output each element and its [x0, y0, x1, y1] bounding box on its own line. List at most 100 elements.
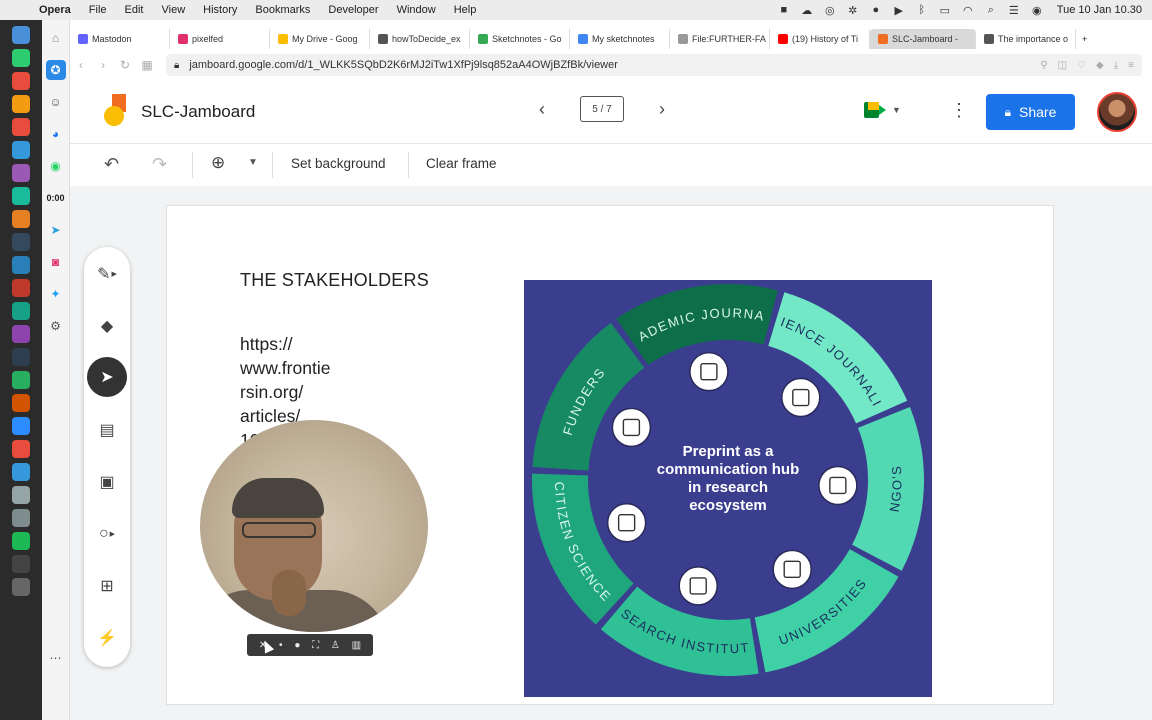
- zoom-icon[interactable]: ⚲: [1040, 60, 1047, 71]
- address-bar[interactable]: 🔒︎ jamboard.google.com/d/1_WLKK5SQbD2K6r…: [166, 54, 1142, 76]
- menu-edit[interactable]: Edit: [116, 4, 153, 16]
- dock-app-icon[interactable]: [12, 95, 30, 113]
- browser-tab[interactable]: File:FURTHER-FA: [670, 29, 770, 49]
- menu-history[interactable]: History: [194, 4, 246, 16]
- extension-icon[interactable]: ◆: [1096, 60, 1104, 71]
- dock-app-icon[interactable]: [12, 509, 30, 527]
- meet-present-button[interactable]: ▼: [864, 102, 901, 118]
- dock-app-icon[interactable]: [12, 555, 30, 573]
- sidebar-pinboard-icon[interactable]: ✪: [45, 60, 66, 80]
- sidebar-more-icon[interactable]: ⋯: [46, 648, 66, 668]
- sidebar-emoji-icon[interactable]: ☺: [46, 92, 66, 112]
- dock-app-icon[interactable]: [12, 210, 30, 228]
- browser-tab[interactable]: howToDecide_ex: [370, 29, 470, 49]
- reload-icon[interactable]: ↻: [114, 58, 136, 72]
- dock-app-icon[interactable]: [12, 463, 30, 481]
- status-play-icon[interactable]: ▶: [892, 4, 906, 17]
- redo-icon[interactable]: ↷: [152, 154, 167, 175]
- frame-counter[interactable]: 5 / 7: [580, 96, 624, 122]
- status-gear-icon[interactable]: ✲: [846, 4, 860, 17]
- status-app-icon[interactable]: ■: [777, 4, 791, 16]
- dock-app-icon[interactable]: [12, 256, 30, 274]
- dock-app-icon[interactable]: [12, 279, 30, 297]
- dock-app-icon[interactable]: [12, 141, 30, 159]
- sidebar-whatsapp-icon[interactable]: ◉: [46, 156, 66, 176]
- dock-app-icon[interactable]: [12, 164, 30, 182]
- dock-app-icon[interactable]: [12, 348, 30, 366]
- browser-tab[interactable]: My Drive - Goog: [270, 29, 370, 49]
- clear-frame-button[interactable]: Clear frame: [426, 156, 497, 171]
- browser-tab[interactable]: Sketchnotes - Go: [470, 29, 570, 49]
- sidebar-settings-icon[interactable]: ⚙: [46, 316, 66, 336]
- browser-tab[interactable]: (19) History of Ti: [770, 29, 870, 49]
- dock-app-icon[interactable]: [12, 26, 30, 44]
- browser-tab[interactable]: My sketchnotes: [570, 29, 670, 49]
- bookmark-icon[interactable]: ♡: [1077, 60, 1086, 71]
- dock-app-icon[interactable]: [12, 187, 30, 205]
- sidebar-timer[interactable]: 0:00: [46, 188, 66, 208]
- zoom-icon[interactable]: ⊕: [211, 153, 225, 173]
- browser-tab[interactable]: SLC-Jamboard -: [870, 29, 976, 49]
- menu-clock[interactable]: Tue 10 Jan 10.30: [1057, 4, 1142, 16]
- browser-tab[interactable]: The importance o: [976, 29, 1076, 49]
- more-options-icon[interactable]: ⋮: [950, 100, 968, 121]
- dock-app-icon[interactable]: [12, 440, 30, 458]
- chevron-down-icon[interactable]: ▼: [248, 157, 258, 168]
- menu-developer[interactable]: Developer: [319, 4, 387, 16]
- person-icon[interactable]: ♙: [331, 640, 340, 651]
- text-box-icon[interactable]: ⊞: [92, 571, 122, 601]
- next-frame-icon[interactable]: ›: [652, 99, 672, 120]
- status-bluetooth-icon[interactable]: ᛒ: [915, 4, 929, 16]
- control-center-icon[interactable]: ☰: [1007, 4, 1021, 17]
- stakeholder-diagram[interactable]: ACADEMIC JOURNALSSCIENCE JOURNALISMNGO'S…: [524, 280, 932, 697]
- forward-icon[interactable]: ›: [92, 58, 114, 72]
- menu-file[interactable]: File: [80, 4, 116, 16]
- menu-window[interactable]: Window: [388, 4, 445, 16]
- dock-app-icon[interactable]: [12, 49, 30, 67]
- fullscreen-icon[interactable]: ⛶: [312, 640, 319, 651]
- siri-icon[interactable]: ◉: [1030, 4, 1044, 17]
- circle-shape-icon[interactable]: ○ ▶: [92, 519, 122, 549]
- sidebar-twitter-icon[interactable]: ✦: [46, 284, 66, 304]
- dock-app-icon[interactable]: [12, 302, 30, 320]
- battery-icon[interactable]: ▭: [938, 4, 952, 17]
- sidebar-telegram-icon[interactable]: ➤: [46, 220, 66, 240]
- account-avatar[interactable]: [1097, 92, 1137, 132]
- webcam-bubble[interactable]: [200, 420, 428, 632]
- dock-app-icon[interactable]: [12, 532, 30, 550]
- sidebar-messenger-icon[interactable]: ◕: [46, 124, 66, 144]
- dock-app-icon[interactable]: [12, 72, 30, 90]
- small-size-icon[interactable]: •: [279, 640, 283, 651]
- sticky-note-icon[interactable]: ▤: [92, 415, 122, 445]
- sidebar-home-icon[interactable]: ⌂: [46, 28, 66, 48]
- status-record-icon[interactable]: ●: [869, 4, 883, 16]
- new-tab-icon[interactable]: +: [1082, 34, 1087, 44]
- set-background-button[interactable]: Set background: [291, 156, 386, 171]
- dock-app-icon[interactable]: [12, 417, 30, 435]
- dock-app-icon[interactable]: [12, 118, 30, 136]
- dock-app-icon[interactable]: [12, 578, 30, 596]
- menu-icon[interactable]: ≡: [1128, 60, 1134, 71]
- spotlight-search-icon[interactable]: ⌕: [984, 4, 998, 16]
- select-cursor-icon[interactable]: ➤: [87, 357, 127, 397]
- undo-icon[interactable]: ↶: [104, 154, 119, 175]
- menu-help[interactable]: Help: [445, 4, 486, 16]
- menu-view[interactable]: View: [153, 4, 195, 16]
- dock-app-icon[interactable]: [12, 325, 30, 343]
- pen-icon[interactable]: ✎ ▶: [92, 259, 122, 289]
- status-cloud-icon[interactable]: ☁: [800, 4, 814, 17]
- large-size-icon[interactable]: ●: [294, 640, 300, 651]
- speed-dial-icon[interactable]: ▦: [136, 58, 158, 72]
- download-icon[interactable]: ⤓: [1114, 60, 1118, 71]
- address-url[interactable]: jamboard.google.com/d/1_WLKK5SQbD2K6rMJ2…: [189, 59, 1040, 71]
- eraser-icon[interactable]: ◆: [92, 311, 122, 341]
- jamboard-logo-icon[interactable]: [104, 94, 130, 130]
- status-circle-icon[interactable]: ◎: [823, 4, 837, 17]
- jam-title[interactable]: SLC-Jamboard: [141, 102, 255, 122]
- stakeholders-heading[interactable]: THE STAKEHOLDERS: [240, 270, 429, 291]
- back-icon[interactable]: ‹: [70, 58, 92, 72]
- camera-icon[interactable]: ◫: [1058, 60, 1067, 71]
- dock-app-icon[interactable]: [12, 233, 30, 251]
- dock-app-icon[interactable]: [12, 394, 30, 412]
- wifi-icon[interactable]: ◠: [961, 4, 975, 17]
